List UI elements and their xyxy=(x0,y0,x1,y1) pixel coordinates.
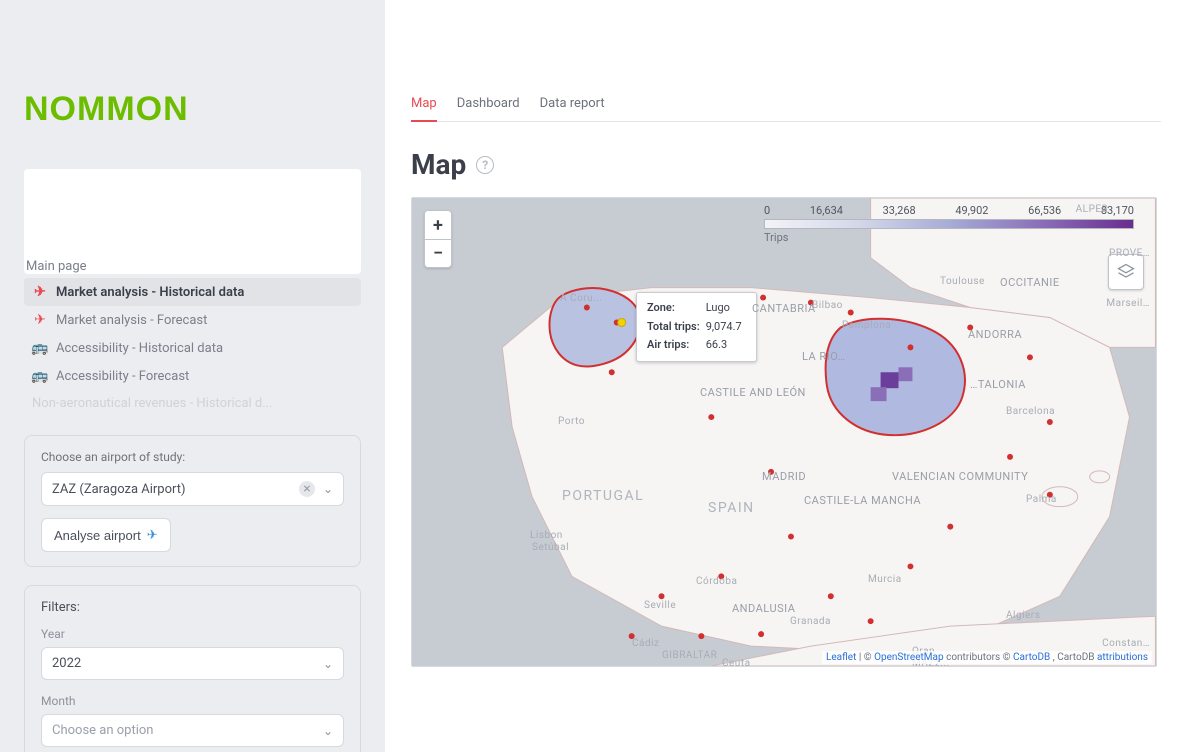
year-select-value: 2022 xyxy=(52,656,315,671)
airport-select-value: ZAZ (Zaragoza Airport) xyxy=(52,482,291,497)
link-leaflet[interactable]: Leaflet xyxy=(826,652,856,663)
map-tooltip: Zone:Lugo Total trips:9,074.7 Air trips:… xyxy=(636,292,757,362)
clear-icon[interactable]: × xyxy=(299,481,315,497)
help-icon[interactable]: ? xyxy=(476,156,494,174)
zoom-out-button[interactable]: − xyxy=(425,239,451,267)
tab-data-report[interactable]: Data report xyxy=(540,90,605,121)
tabs: Map Dashboard Data report xyxy=(411,90,1161,122)
legend-label: Trips xyxy=(764,231,1134,244)
legend-tick: 66,536 xyxy=(1028,204,1061,217)
analyse-label: Analyse airport xyxy=(54,528,141,543)
chevron-down-icon: ⌄ xyxy=(323,657,333,671)
zoom-in-button[interactable]: + xyxy=(425,211,451,239)
bus-icon: 🚌 xyxy=(32,340,48,356)
zoom-control: + − xyxy=(424,210,452,268)
month-select[interactable]: Choose an option ⌄ xyxy=(41,714,344,747)
plane-icon: ✈ xyxy=(32,284,48,300)
nav-label: Accessibility - Forecast xyxy=(56,369,189,384)
legend-ticks: 0 16,634 33,268 49,902 66,536 83,170 xyxy=(764,204,1134,217)
plane-icon: ✈ xyxy=(32,312,48,328)
nav-faded-item[interactable]: Non-aeronautical revenues - Historical d… xyxy=(24,390,361,417)
airport-card-label: Choose an airport of study: xyxy=(41,450,344,464)
tab-dashboard[interactable]: Dashboard xyxy=(457,90,520,121)
legend-tick: 33,268 xyxy=(883,204,916,217)
brand-logo: NOMMON xyxy=(24,90,361,129)
tooltip-air-value: 66.3 xyxy=(706,337,746,354)
plane-icon: ✈ xyxy=(147,527,158,543)
chevron-down-icon: ⌄ xyxy=(323,482,333,496)
link-cartodb[interactable]: CartoDB xyxy=(1013,652,1050,663)
nav-market-forecast[interactable]: ✈ Market analysis - Forecast xyxy=(24,306,361,334)
layers-button[interactable] xyxy=(1108,254,1144,290)
year-select[interactable]: 2022 ⌄ xyxy=(41,647,344,680)
page-title: Map ? xyxy=(411,148,1161,181)
sidebar-nav: Main page ✈ Market analysis - Historical… xyxy=(24,169,361,417)
main-content: Map Dashboard Data report Map ? xyxy=(385,0,1187,752)
bus-icon: 🚌 xyxy=(32,368,48,384)
nav-accessibility-historical[interactable]: 🚌 Accessibility - Historical data xyxy=(24,334,361,362)
tooltip-zone-value: Lugo xyxy=(706,300,746,317)
legend-tick: 49,902 xyxy=(955,204,988,217)
tooltip-air-label: Air trips: xyxy=(647,337,704,354)
legend-tick: 16,634 xyxy=(810,204,843,217)
filters-card: Filters: Year 2022 ⌄ Month Choose an opt… xyxy=(24,585,361,752)
map-attribution: Leaflet | © OpenStreetMap contributors ©… xyxy=(822,651,1152,664)
map-svg xyxy=(412,198,1156,666)
analyse-airport-button[interactable]: Analyse airport ✈ xyxy=(41,518,171,552)
filters-title: Filters: xyxy=(41,600,344,615)
tooltip-zone-label: Zone: xyxy=(647,300,704,317)
legend-tick: 0 xyxy=(764,204,770,217)
link-osm[interactable]: OpenStreetMap xyxy=(874,652,944,663)
filter-year: Year 2022 ⌄ xyxy=(41,627,344,680)
chevron-down-icon: ⌄ xyxy=(323,724,333,738)
airport-select[interactable]: ZAZ (Zaragoza Airport) × ⌄ xyxy=(41,472,344,506)
nav-label: Accessibility - Historical data xyxy=(56,341,223,356)
airport-card: Choose an airport of study: ZAZ (Zaragoz… xyxy=(24,435,361,567)
legend-gradient xyxy=(764,219,1134,229)
nav-accessibility-forecast[interactable]: 🚌 Accessibility - Forecast xyxy=(24,362,361,390)
page-title-text: Map xyxy=(411,148,466,181)
filter-month: Month Choose an option ⌄ xyxy=(41,694,344,747)
legend-tick: 83,170 xyxy=(1101,204,1134,217)
nav-market-historical[interactable]: ✈ Market analysis - Historical data xyxy=(24,278,361,306)
month-placeholder: Choose an option xyxy=(52,723,315,738)
legend: 0 16,634 33,268 49,902 66,536 83,170 Tri… xyxy=(764,204,1134,244)
nav-main-page[interactable]: Main page xyxy=(24,169,361,274)
nav-label: Market analysis - Historical data xyxy=(56,285,244,300)
tooltip-total-label: Total trips: xyxy=(647,319,704,336)
nav-label: Market analysis - Forecast xyxy=(56,313,207,328)
link-attributions[interactable]: attributions xyxy=(1097,652,1148,663)
sidebar: NOMMON Main page ✈ Market analysis - His… xyxy=(0,0,385,752)
tab-map[interactable]: Map xyxy=(411,90,437,121)
tooltip-total-value: 9,074.7 xyxy=(706,319,746,336)
map[interactable]: + − 0 16,634 33,268 49,902 66,536 83,170… xyxy=(411,197,1157,667)
filter-year-label: Year xyxy=(41,627,344,641)
filter-month-label: Month xyxy=(41,694,344,708)
